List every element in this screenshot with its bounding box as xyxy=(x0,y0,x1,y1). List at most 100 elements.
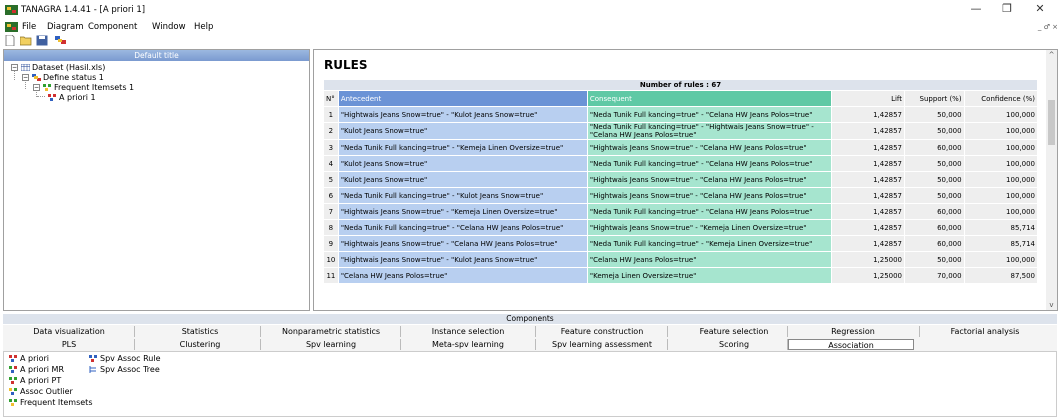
rule-consequent: "Celana HW Jeans Polos=true" xyxy=(587,252,831,267)
rule-confidence: 87,500 xyxy=(964,268,1037,283)
rule-support: 50,000 xyxy=(905,188,964,203)
col-header-support: Support (%) xyxy=(905,91,964,106)
rule-lift: 1,42857 xyxy=(831,188,905,203)
rule-confidence: 100,000 xyxy=(964,252,1037,267)
rule-lift: 1,42857 xyxy=(831,156,905,171)
tab-meta-spv-learning[interactable]: Meta-spv learning xyxy=(401,339,535,350)
component-spv-assoc-tree[interactable]: Spv Assoc Tree xyxy=(89,365,160,374)
tab-separator xyxy=(400,339,401,350)
close-button[interactable]: ✕ xyxy=(1030,2,1050,16)
tab-association[interactable]: Association xyxy=(788,339,914,350)
tab-spv-learning-assessment[interactable]: Spv learning assessment xyxy=(536,339,668,350)
rule-support: 50,000 xyxy=(905,156,964,171)
table-row[interactable]: 1 "Hightwais Jeans Snow=true" - "Kulot Je… xyxy=(324,107,1037,122)
tab-nonparametric-statistics[interactable]: Nonparametric statistics xyxy=(261,326,401,337)
component-a-priori-mr[interactable]: A priori MR xyxy=(9,365,64,374)
tree-collapse-dataset-icon[interactable]: − xyxy=(11,64,18,71)
table-row[interactable]: 3 "Neda Tunik Full kancing=true" - "Kemej… xyxy=(324,140,1037,155)
scrollbar-thumb[interactable] xyxy=(1048,100,1055,145)
tab-separator xyxy=(787,339,788,350)
tab-feature-construction[interactable]: Feature construction xyxy=(536,326,668,337)
rule-antecedent: "Celana HW Jeans Polos=true" xyxy=(338,268,587,283)
tab-separator xyxy=(134,326,135,337)
frequent-itemsets-icon xyxy=(9,399,17,406)
tree-item-define-status[interactable]: Define status 1 xyxy=(32,73,104,82)
rule-number: 6 xyxy=(324,188,338,203)
rule-number: 10 xyxy=(324,252,338,267)
table-row[interactable]: 10 "Hightwais Jeans Snow=true" - "Kulot J… xyxy=(324,252,1037,267)
menu-help[interactable]: Help xyxy=(194,22,213,32)
frequent-itemsets-icon xyxy=(43,84,51,91)
component-assoc-outlier[interactable]: Assoc Outlier xyxy=(9,387,73,396)
save-icon[interactable] xyxy=(36,35,48,46)
component-a-priori-pt[interactable]: A priori PT xyxy=(9,376,61,385)
menu-diagram[interactable]: Diagram xyxy=(47,22,84,32)
minimize-button[interactable]: — xyxy=(966,2,986,16)
tab-scoring[interactable]: Scoring xyxy=(668,339,800,350)
a-priori-mr-icon xyxy=(9,366,17,373)
tab-feature-selection[interactable]: Feature selection xyxy=(668,326,800,337)
rules-table: Number of rules : 67 N° Antecedent Conse… xyxy=(323,79,1038,284)
tanagra-diagram-icon[interactable] xyxy=(55,35,67,46)
table-row[interactable]: 2 "Kulot Jeans Snow=true" "Neda Tunik Full… xyxy=(324,123,1037,139)
tab-separator xyxy=(260,339,261,350)
tab-instance-selection[interactable]: Instance selection xyxy=(401,326,535,337)
col-header-consequent: Consequent xyxy=(587,91,831,106)
table-row[interactable]: 6 "Neda Tunik Full kancing=true" - "Kulot… xyxy=(324,188,1037,203)
tree-item-frequent-itemsets[interactable]: Frequent Itemsets 1 xyxy=(43,83,134,92)
rule-antecedent: "Kulot Jeans Snow=true" xyxy=(338,172,587,187)
scroll-up-icon[interactable]: ^ xyxy=(1047,51,1056,59)
component-assoc-outlier-label: Assoc Outlier xyxy=(20,387,73,396)
tab-pls[interactable]: PLS xyxy=(3,339,135,350)
rule-lift: 1,25000 xyxy=(831,252,905,267)
tree-item-a-priori[interactable]: A priori 1 xyxy=(48,93,96,102)
a-priori-pt-icon xyxy=(9,377,17,384)
title-bar: TANAGRA 1.4.41 - [A priori 1] — ❐ ✕ xyxy=(0,0,1060,20)
tab-spv-learning[interactable]: Spv learning xyxy=(261,339,401,350)
table-row[interactable]: 5 "Kulot Jeans Snow=true" "Hightwais Jeans… xyxy=(324,172,1037,187)
rule-support: 50,000 xyxy=(905,172,964,187)
tree-collapse-frequent-itemsets-icon[interactable]: − xyxy=(33,84,40,91)
tab-regression[interactable]: Regression xyxy=(788,326,918,337)
table-row[interactable]: 9 "Hightwais Jeans Snow=true" - "Celana H… xyxy=(324,236,1037,251)
components-header: Components xyxy=(3,314,1057,324)
rule-consequent: "Hightwais Jeans Snow=true" - "Celana HW… xyxy=(587,172,831,187)
table-row[interactable]: 7 "Hightwais Jeans Snow=true" - "Kemeja L… xyxy=(324,204,1037,219)
rule-antecedent: "Kulot Jeans Snow=true" xyxy=(338,156,587,171)
component-a-priori[interactable]: A priori xyxy=(9,354,49,363)
tab-clustering[interactable]: Clustering xyxy=(135,339,265,350)
rule-antecedent: "Neda Tunik Full kancing=true" - "Celana… xyxy=(338,220,587,235)
rule-antecedent: "Hightwais Jeans Snow=true" - "Celana HW… xyxy=(338,236,587,251)
table-row[interactable]: 4 "Kulot Jeans Snow=true" "Neda Tunik Full… xyxy=(324,156,1037,171)
tree-item-dataset[interactable]: Dataset (Hasil.xls) xyxy=(21,63,105,72)
rules-vertical-scrollbar[interactable]: ^ v xyxy=(1046,50,1057,310)
rule-antecedent: "Neda Tunik Full kancing=true" - "Kulot … xyxy=(338,188,587,203)
new-file-icon[interactable] xyxy=(4,35,16,46)
menu-component[interactable]: Component xyxy=(88,22,137,32)
component-spv-assoc-rule[interactable]: Spv Assoc Rule xyxy=(89,354,161,363)
table-header-row: N° Antecedent Consequent Lift Support (%… xyxy=(324,91,1037,106)
tree-collapse-define-status-icon[interactable]: − xyxy=(22,74,29,81)
rule-consequent: "Hightwais Jeans Snow=true" - "Kemeja Li… xyxy=(587,220,831,235)
mdi-window-controls[interactable]: _ ♂ × xyxy=(1038,23,1058,31)
rules-count-row: Number of rules : 67 xyxy=(324,80,1037,90)
tab-data-visualization[interactable]: Data visualization xyxy=(3,326,135,337)
component-frequent-itemsets[interactable]: Frequent Itemsets xyxy=(9,398,92,407)
tab-separator xyxy=(400,326,401,337)
rule-lift: 1,42857 xyxy=(831,123,905,139)
component-a-priori-pt-label: A priori PT xyxy=(20,376,62,385)
mdi-child-icon[interactable] xyxy=(5,22,18,32)
rule-lift: 1,25000 xyxy=(831,268,905,283)
scroll-down-icon[interactable]: v xyxy=(1047,301,1056,309)
open-folder-icon[interactable] xyxy=(20,35,32,46)
tab-factorial-analysis[interactable]: Factorial analysis xyxy=(920,326,1050,337)
table-row[interactable]: 11 "Celana HW Jeans Polos=true" "Kemeja Li… xyxy=(324,268,1037,283)
rule-lift: 1,42857 xyxy=(831,220,905,235)
menu-window[interactable]: Window xyxy=(152,22,186,32)
rule-support: 50,000 xyxy=(905,107,964,122)
menu-file[interactable]: File xyxy=(22,22,36,32)
maximize-button[interactable]: ❐ xyxy=(997,2,1017,16)
table-row[interactable]: 8 "Neda Tunik Full kancing=true" - "Celan… xyxy=(324,220,1037,235)
rule-support: 70,000 xyxy=(905,268,964,283)
tab-statistics[interactable]: Statistics xyxy=(135,326,265,337)
